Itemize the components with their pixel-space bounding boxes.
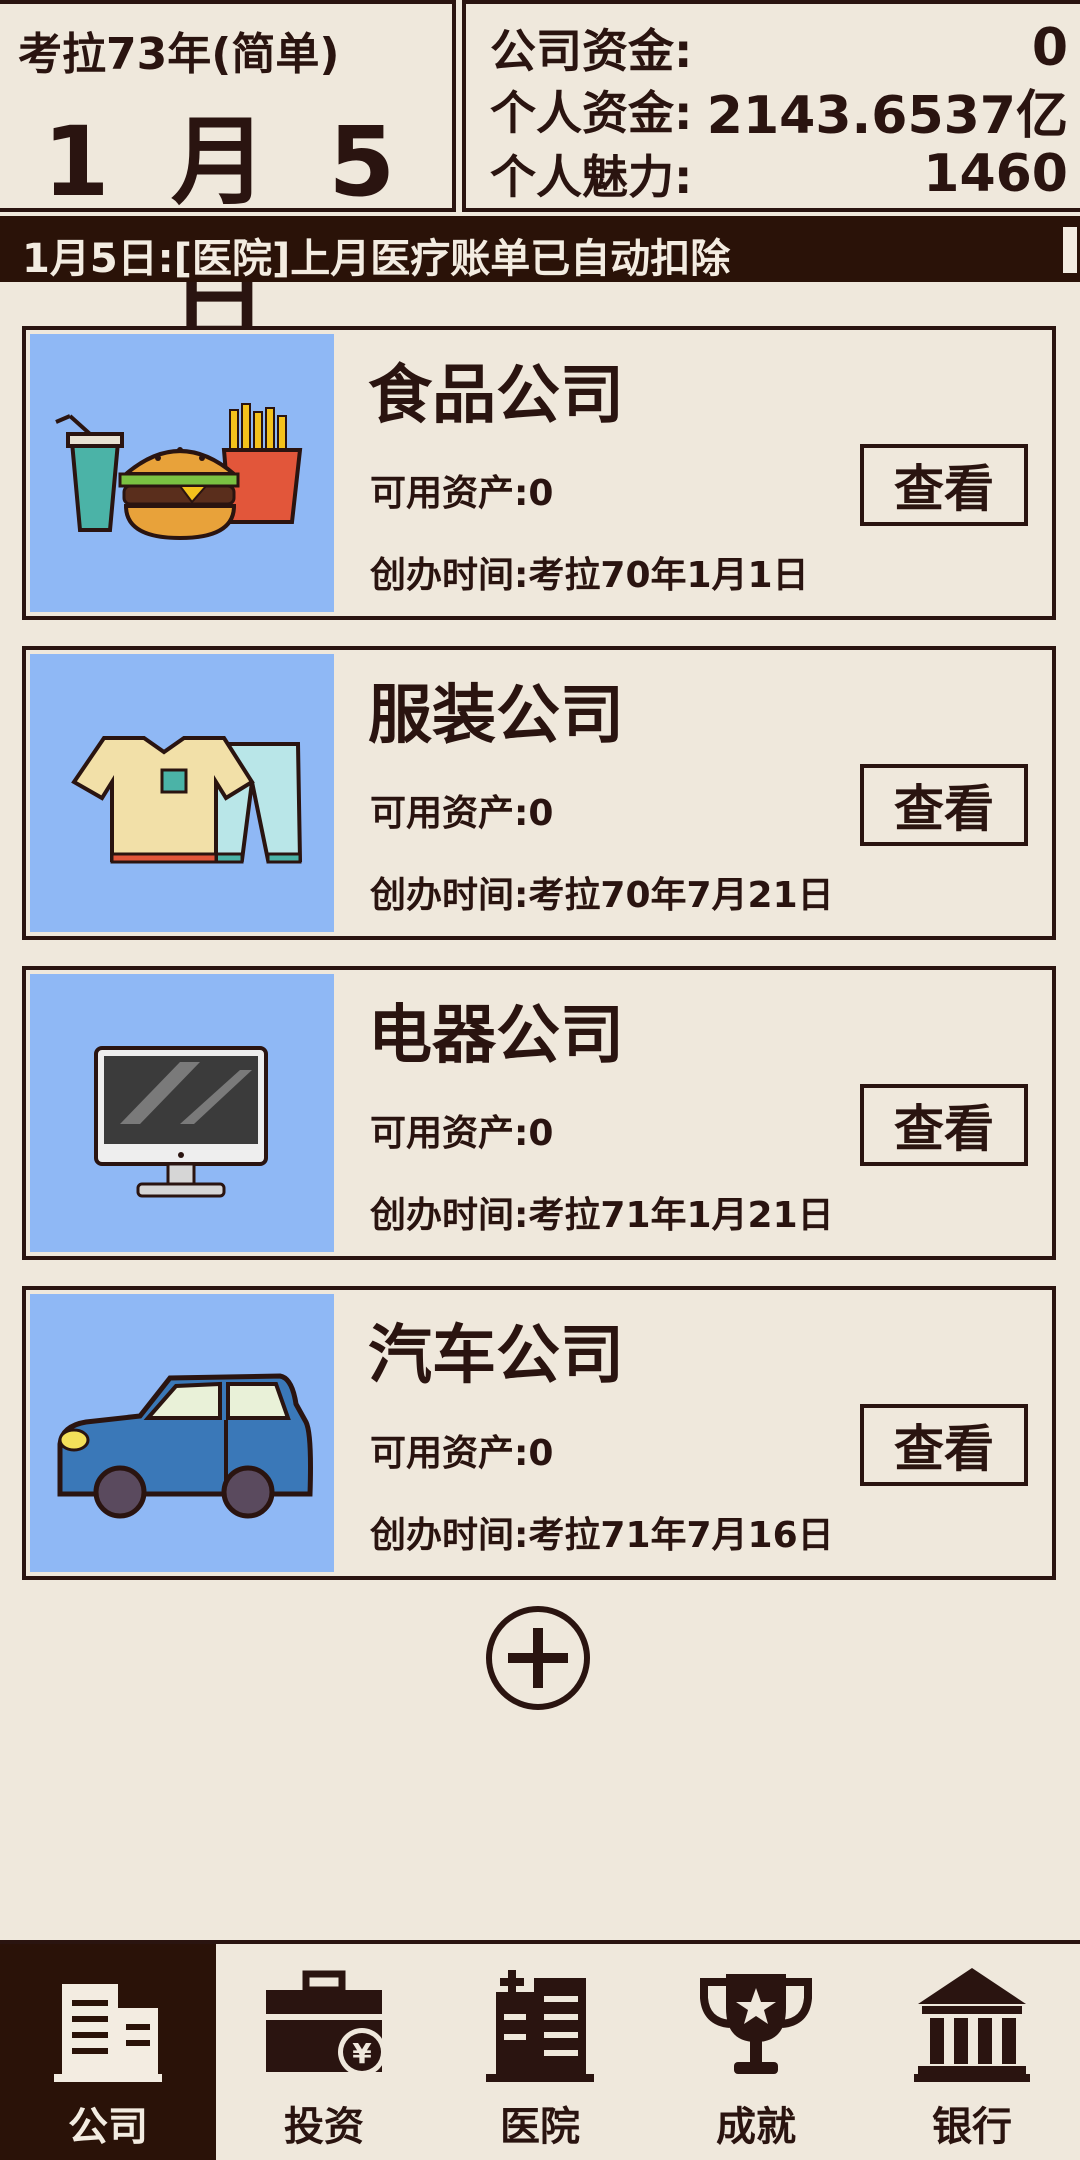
company-card-automobile: 汽车公司 可用资产:0 创办时间:考拉71年7月16日 查看 [22, 1286, 1056, 1580]
company-thumb [30, 1294, 334, 1572]
nav-item-bank[interactable]: 银行 [864, 1944, 1080, 2160]
plus-circle-icon [486, 1606, 590, 1710]
nav-label: 银行 [932, 2104, 1012, 2150]
charm-value: 1460 [923, 144, 1068, 204]
view-button[interactable]: 查看 [860, 444, 1028, 526]
company-founded: 创办时间:考拉70年1月1日 [370, 555, 809, 596]
funds-panel: 公司资金: 0 个人资金: 2143.6537亿 个人魅力: 1460 [462, 0, 1080, 212]
nav-item-hospital[interactable]: 医院 [432, 1944, 648, 2160]
company-funds-label: 公司资金: [490, 24, 693, 78]
company-name: 汽车公司 [368, 1319, 624, 1393]
company-funds-row: 公司资金: 0 [490, 18, 1068, 78]
company-card-electronics: 电器公司 可用资产:0 创办时间:考拉71年1月21日 查看 [22, 966, 1056, 1260]
company-assets: 可用资产:0 [370, 473, 554, 514]
car-icon [57, 1373, 313, 1519]
company-assets: 可用资产:0 [370, 793, 554, 834]
company-name: 服装公司 [368, 679, 624, 753]
nav-item-invest[interactable]: ¥ 投资 [216, 1944, 432, 2160]
company-thumb [30, 654, 334, 932]
nav-label: 公司 [68, 2104, 148, 2150]
company-founded: 创办时间:考拉71年7月16日 [370, 1515, 834, 1556]
company-funds-value: 0 [1031, 18, 1068, 78]
view-button[interactable]: 查看 [860, 1404, 1028, 1486]
trophy-icon [700, 1974, 812, 2074]
company-founded: 创办时间:考拉71年1月21日 [370, 1195, 834, 1236]
personal-funds-row: 个人资金: 2143.6537亿 [490, 80, 1068, 146]
view-button[interactable]: 查看 [860, 764, 1028, 846]
company-name: 食品公司 [368, 359, 624, 433]
clothing-icon [71, 736, 303, 864]
nav-label: 投资 [284, 2104, 364, 2150]
briefcase-yen-icon: ¥ [266, 1970, 384, 2076]
svg-text:¥: ¥ [352, 2037, 372, 2070]
company-assets: 可用资产:0 [370, 1113, 554, 1154]
date-panel: 考拉73年(简单) 1 月 5 日 [0, 0, 456, 357]
company-thumb [30, 974, 334, 1252]
personal-funds-value: 2143.6537亿 [706, 85, 1068, 146]
computer-icon [94, 1046, 268, 1198]
personal-funds-label: 个人资金: [490, 86, 693, 140]
nav-label: 成就 [716, 2104, 796, 2150]
company-thumb [30, 334, 334, 612]
company-assets: 可用资产:0 [370, 1433, 554, 1474]
company-card-clothing: 服装公司 可用资产:0 创办时间:考拉70年7月21日 查看 [22, 646, 1056, 940]
nav-label: 医院 [500, 2104, 580, 2150]
food-icon [55, 403, 303, 541]
top-status-bar: 考拉73年(简单) 1 月 5 日 公司资金: 0 个人资金: 2143.653… [0, 0, 1080, 357]
nav-item-company[interactable]: 公司 [0, 1944, 216, 2160]
company-card-food: 食品公司 可用资产:0 创办时间:考拉70年1月1日 查看 [22, 326, 1056, 620]
company-founded: 创办时间:考拉70年7月21日 [370, 875, 834, 916]
add-company-button[interactable] [484, 1604, 592, 1712]
news-ticker: 1月5日:[医院]上月医疗账单已自动扣除 [0, 216, 1080, 282]
nav-item-achievements[interactable]: 成就 [648, 1944, 864, 2160]
ticker-text: 1月5日:[医院]上月医疗账单已自动扣除 [22, 236, 731, 282]
company-building-icon [54, 1984, 162, 2082]
charm-label: 个人魅力: [490, 150, 693, 204]
company-name: 电器公司 [368, 999, 624, 1073]
bottom-nav: 公司 ¥ 投资 医院 成就 银行 [0, 1940, 1080, 2160]
ticker-handle[interactable] [1060, 224, 1080, 276]
view-button[interactable]: 查看 [860, 1084, 1028, 1166]
year-label: 考拉73年(简单) [18, 29, 340, 80]
charm-row: 个人魅力: 1460 [490, 144, 1068, 204]
bank-icon [914, 1968, 1030, 2082]
hospital-icon [486, 1970, 594, 2082]
